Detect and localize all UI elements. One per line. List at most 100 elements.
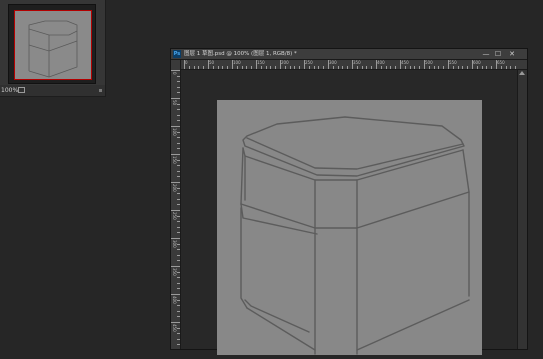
ruler-h-label: 500 bbox=[425, 60, 433, 65]
ruler-v-tick bbox=[177, 165, 180, 167]
ruler-h-tick bbox=[265, 66, 267, 69]
ruler-h-label: 300 bbox=[329, 60, 337, 65]
ruler-h-label: 600 bbox=[473, 60, 481, 65]
ruler-v-label: 100 bbox=[172, 128, 177, 136]
photoshop-icon: Ps bbox=[173, 50, 181, 58]
ruler-v-tick bbox=[177, 131, 180, 133]
ruler-h-label: 400 bbox=[377, 60, 385, 65]
ruler-h-tick bbox=[457, 66, 459, 69]
ruler-v-tick bbox=[177, 232, 180, 234]
zoom-slider-handle[interactable] bbox=[99, 89, 102, 92]
ruler-h-tick bbox=[481, 66, 483, 69]
ruler-h-label: 250 bbox=[305, 60, 313, 65]
ruler-v-tick bbox=[171, 210, 180, 211]
navigator-thumbnail[interactable] bbox=[8, 4, 96, 84]
ruler-h-tick bbox=[371, 66, 373, 69]
ruler-v-tick bbox=[171, 266, 180, 267]
ruler-h-tick bbox=[260, 66, 262, 69]
ruler-h-tick bbox=[438, 66, 440, 69]
ruler-h-tick bbox=[404, 66, 406, 69]
ruler-h-tick bbox=[476, 66, 478, 69]
ruler-h-tick bbox=[352, 60, 353, 69]
maximize-button[interactable]: ☐ bbox=[493, 50, 503, 58]
ruler-h-tick bbox=[356, 66, 358, 69]
ruler-h-label: 450 bbox=[401, 60, 409, 65]
ruler-h-tick bbox=[308, 66, 310, 69]
ruler-h-tick bbox=[515, 66, 517, 69]
ruler-h-tick bbox=[496, 60, 497, 69]
navigator-panel: 100% bbox=[0, 0, 106, 97]
ruler-v-tick bbox=[177, 221, 180, 223]
ruler-h-tick bbox=[241, 66, 243, 69]
minimize-button[interactable]: — bbox=[481, 50, 491, 58]
ruler-v-tick bbox=[177, 288, 180, 290]
ruler-h-tick bbox=[313, 66, 315, 69]
ruler-v-tick bbox=[177, 198, 180, 200]
ruler-h-tick bbox=[332, 66, 334, 69]
ruler-v-tick bbox=[177, 86, 180, 88]
canvas-workspace[interactable] bbox=[181, 70, 517, 355]
ruler-v-tick bbox=[177, 92, 180, 94]
document-title: 图层 1 草图.psd @ 100% (图层 1, RGB/8) * bbox=[184, 51, 297, 57]
ruler-h-tick bbox=[328, 60, 329, 69]
ruler-v-tick bbox=[177, 333, 180, 335]
ruler-v-tick bbox=[177, 243, 180, 245]
ruler-v-tick bbox=[177, 338, 180, 340]
document-title-bar[interactable]: Ps 图层 1 草图.psd @ 100% (图层 1, RGB/8) * — … bbox=[171, 49, 527, 60]
scroll-up-arrow-icon[interactable] bbox=[519, 71, 525, 75]
ruler-h-tick bbox=[400, 60, 401, 69]
navigator-sketch-preview bbox=[28, 20, 78, 78]
document-canvas[interactable] bbox=[217, 100, 482, 355]
ruler-h-tick bbox=[491, 66, 493, 69]
ruler-v-label: 450 bbox=[172, 324, 177, 332]
ruler-v-tick bbox=[177, 193, 180, 195]
ruler-h-tick bbox=[270, 66, 272, 69]
ruler-h-tick bbox=[203, 66, 205, 69]
ruler-h-tick bbox=[318, 66, 320, 69]
ruler-h-tick bbox=[284, 66, 286, 69]
horizontal-ruler[interactable]: 0 50 100 150 200 250 300 350 400 450 500 550 600 650 bbox=[180, 60, 527, 70]
ruler-h-tick bbox=[275, 66, 277, 69]
ruler-h-tick bbox=[462, 66, 464, 69]
zoom-out-icon[interactable] bbox=[18, 87, 25, 93]
ruler-v-label: 250 bbox=[172, 212, 177, 220]
ruler-h-tick bbox=[280, 60, 281, 69]
ruler-v-label: 150 bbox=[172, 156, 177, 164]
ruler-h-label: 0 bbox=[185, 60, 188, 65]
ruler-h-tick bbox=[246, 66, 248, 69]
ruler-h-tick bbox=[208, 60, 209, 69]
ruler-v-tick bbox=[177, 310, 180, 312]
ruler-h-tick bbox=[337, 66, 339, 69]
close-button[interactable]: ✕ bbox=[507, 50, 517, 58]
ruler-h-tick bbox=[505, 66, 507, 69]
ruler-v-tick bbox=[177, 215, 180, 217]
vertical-scrollbar[interactable] bbox=[517, 70, 527, 349]
ruler-v-tick bbox=[177, 120, 180, 122]
navigator-view-box[interactable] bbox=[14, 10, 92, 80]
ruler-v-tick bbox=[177, 226, 180, 228]
ruler-h-tick bbox=[414, 66, 416, 69]
ruler-v-label: 300 bbox=[172, 240, 177, 248]
ruler-v-tick bbox=[171, 98, 180, 99]
ruler-v-label: 50 bbox=[172, 100, 177, 106]
ruler-v-tick bbox=[177, 187, 180, 189]
ruler-h-tick bbox=[385, 66, 387, 69]
ruler-v-tick bbox=[177, 75, 180, 77]
ruler-v-tick bbox=[177, 114, 180, 116]
ruler-h-label: 150 bbox=[257, 60, 265, 65]
ruler-h-label: 550 bbox=[449, 60, 457, 65]
navigator-zoom-value[interactable]: 100% bbox=[1, 85, 18, 96]
ruler-h-label: 650 bbox=[497, 60, 505, 65]
ruler-h-tick bbox=[342, 66, 344, 69]
ruler-h-label: 200 bbox=[281, 60, 289, 65]
ruler-h-tick bbox=[500, 66, 502, 69]
ruler-v-tick bbox=[177, 316, 180, 318]
ruler-v-label: 350 bbox=[172, 268, 177, 276]
vertical-ruler[interactable]: 050100150200250300350400450500 bbox=[171, 60, 181, 349]
ruler-v-tick bbox=[177, 299, 180, 301]
ruler-h-tick bbox=[217, 66, 219, 69]
ruler-v-tick bbox=[177, 159, 180, 161]
navigator-zoom-bar: 100% bbox=[0, 85, 105, 96]
ruler-h-tick bbox=[395, 66, 397, 69]
box-sketch-drawing bbox=[240, 116, 470, 355]
